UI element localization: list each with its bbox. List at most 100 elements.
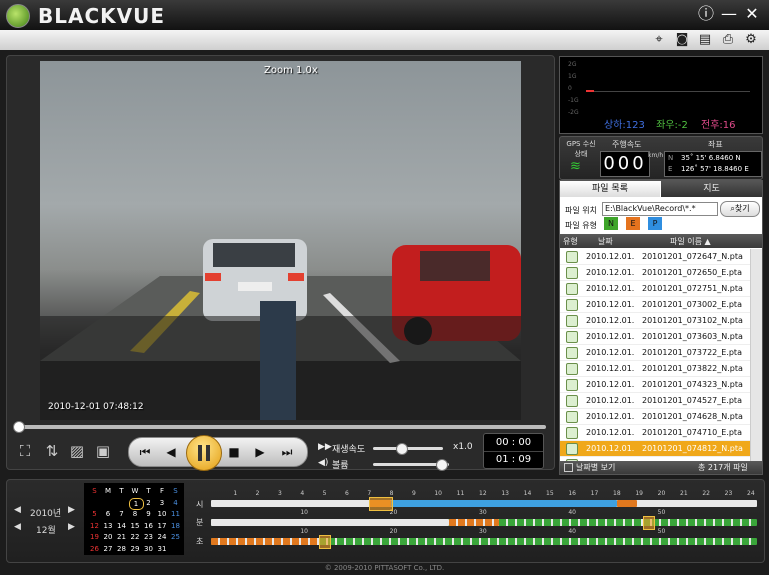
calendar-day[interactable]: 18 (169, 521, 182, 531)
col-filename[interactable]: 파일 이름 ▲ (670, 236, 711, 247)
file-type-icon (566, 299, 578, 311)
next-month-icon[interactable]: ▶ (68, 522, 75, 532)
file-row[interactable]: 2010.12.01. 20101201_073722_E.pta (560, 345, 750, 361)
calendar-day[interactable]: 14 (115, 521, 128, 531)
speed-label: 주행속도 (612, 140, 642, 149)
calendar-day[interactable]: 30 (142, 544, 155, 554)
pause-button[interactable] (186, 435, 222, 471)
calendar-day[interactable]: 29 (129, 544, 142, 554)
fullscreen-icon[interactable]: ⛶ (15, 441, 35, 461)
file-row[interactable]: 2010.12.01. 20101201_072751_N.pta (560, 281, 750, 297)
file-row[interactable]: 2010.12.01. 20101201_074628_N.pta (560, 409, 750, 425)
file-name: 20101201_073822_N.pta (642, 364, 743, 373)
seek-bar[interactable] (14, 425, 546, 429)
calendar-day[interactable]: 12 (88, 521, 101, 531)
file-row[interactable]: 2010.12.01. 20101201_074710_E.pta (560, 425, 750, 441)
speed-slider-handle[interactable] (396, 443, 408, 455)
frame-forward-icon[interactable]: ▶ (252, 444, 268, 460)
second-selection[interactable] (319, 535, 331, 549)
calendar-day[interactable]: 15 (129, 521, 142, 531)
file-row[interactable]: 2010.12.01. 20101201_072650_E.pta (560, 265, 750, 281)
hour-selection[interactable] (369, 497, 393, 511)
minute-selection[interactable] (643, 516, 655, 530)
file-row[interactable]: 2010.12.01. 20101201_074812_N.pta (560, 441, 750, 457)
skip-back-icon[interactable]: ⏮ (137, 444, 153, 460)
speed-slider[interactable] (373, 447, 443, 450)
tab-map[interactable]: 지도 (661, 181, 762, 197)
stop-icon[interactable]: ■ (226, 444, 242, 460)
calendar-day[interactable]: 3 (156, 498, 169, 508)
calendar-day[interactable]: 21 (115, 532, 128, 542)
file-panel: 파일 목록 지도 파일 위치 E:\BlackVue\Record\*.* ⌕찾… (559, 180, 763, 475)
video-file-icon[interactable]: ▤ (697, 32, 713, 48)
close-button[interactable]: ✕ (743, 5, 761, 23)
file-row[interactable]: 2010.12.01. 20101201_074527_E.pta (560, 393, 750, 409)
calendar-weekday: S (173, 487, 178, 495)
file-row[interactable]: 2010.12.01. 20101201_074323_N.pta (560, 377, 750, 393)
file-list-scrollbar[interactable] (750, 249, 762, 461)
location-field[interactable]: E:\BlackVue\Record\*.* (602, 202, 718, 216)
minimize-button[interactable]: — (720, 5, 738, 23)
file-row[interactable]: 2010.12.01. 20101201_073822_N.pta (560, 361, 750, 377)
col-type[interactable]: 유형 (563, 236, 578, 247)
col-date[interactable]: 날짜 (598, 236, 613, 247)
file-row[interactable]: 2010.12.01. 20101201_073102_N.pta (560, 313, 750, 329)
calendar-day[interactable]: 7 (115, 509, 128, 519)
flip-icon[interactable]: ⇅ (42, 441, 62, 461)
second-segment[interactable] (211, 538, 319, 545)
zoom-label: Zoom 1.0x (264, 65, 318, 76)
hour-segment[interactable] (617, 500, 637, 507)
calendar-day[interactable]: 26 (88, 544, 101, 554)
calendar-day[interactable]: 9 (142, 509, 155, 519)
calendar-day[interactable]: 13 (102, 521, 115, 531)
calendar-day[interactable]: 11 (169, 509, 182, 519)
calendar-day[interactable]: 2 (142, 498, 155, 508)
calendar-day[interactable]: 8 (129, 509, 142, 519)
file-row[interactable]: 2010.12.01. 20101201_072647_N.pta (560, 249, 750, 265)
file-date: 2010.12.01. (586, 316, 635, 325)
minute-empty (211, 519, 449, 526)
prev-year-icon[interactable]: ◀ (14, 505, 21, 515)
search-button[interactable]: ⌕찾기 (720, 201, 760, 217)
frame-back-icon[interactable]: ◀ (163, 444, 179, 460)
map-pin-icon[interactable]: ⌖ (651, 32, 667, 48)
print-icon[interactable]: ⎙ (720, 32, 736, 48)
settings-file-icon[interactable]: ▣ (93, 441, 113, 461)
video-frame[interactable]: Zoom 1.0x 2010-12-01 07:48:12 (40, 61, 521, 420)
latitude: 35˚ 15' 6.8460 N (681, 154, 741, 162)
calendar-day[interactable]: 17 (156, 521, 169, 531)
calendar-day[interactable]: 16 (142, 521, 155, 531)
calendar-day[interactable]: 5 (88, 509, 101, 519)
calendar-day[interactable]: 22 (129, 532, 142, 542)
next-year-icon[interactable]: ▶ (68, 505, 75, 515)
file-type-icon (566, 347, 578, 359)
type-filter-n[interactable]: N (604, 217, 618, 230)
file-row[interactable]: 2010.12.01. 20101201_073603_N.pta (560, 329, 750, 345)
calendar-day[interactable]: 20 (102, 532, 115, 542)
image-icon[interactable]: ▨ (67, 441, 87, 461)
seek-handle[interactable] (13, 421, 25, 433)
calendar-day[interactable]: 24 (156, 532, 169, 542)
minute-segment[interactable] (449, 519, 499, 526)
file-row[interactable]: 2010.12.01. 20101201_073002_E.pta (560, 297, 750, 313)
calendar-day[interactable]: 28 (115, 544, 128, 554)
info-icon[interactable]: ⓘ (697, 5, 715, 23)
prev-month-icon[interactable]: ◀ (14, 522, 21, 532)
calendar-day[interactable]: 10 (156, 509, 169, 519)
calendar-day[interactable]: 25 (169, 532, 182, 542)
timeline-tick: 9 (412, 490, 416, 497)
date-view-checkbox[interactable] (564, 463, 573, 472)
tab-file-list[interactable]: 파일 목록 (560, 181, 660, 197)
calendar-day[interactable]: 27 (102, 544, 115, 554)
calendar-day[interactable]: 19 (88, 532, 101, 542)
hour-segment[interactable] (391, 500, 617, 507)
skip-forward-icon[interactable]: ⏭ (279, 444, 295, 460)
calendar-day[interactable]: 4 (169, 498, 182, 508)
calendar-day[interactable]: 6 (102, 509, 115, 519)
calendar-day[interactable]: 23 (142, 532, 155, 542)
gear-icon[interactable]: ⚙ (743, 32, 759, 48)
camera-icon[interactable]: ◙ (674, 32, 690, 48)
type-filter-p[interactable]: P (648, 217, 662, 230)
calendar-day[interactable]: 31 (156, 544, 169, 554)
type-filter-e[interactable]: E (626, 217, 640, 230)
